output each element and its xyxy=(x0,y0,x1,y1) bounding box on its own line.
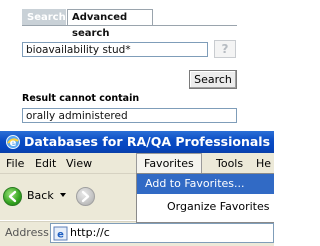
help-button[interactable]: ? xyxy=(214,40,236,58)
menu-edit[interactable]: Edit xyxy=(35,156,56,172)
svg-text:e: e xyxy=(57,230,64,241)
exclude-field-label: Result cannot contain xyxy=(22,93,140,104)
exclude-terms-input[interactable]: orally administered xyxy=(22,108,237,123)
back-dropdown-icon[interactable] xyxy=(60,193,66,197)
address-url[interactable]: http://c xyxy=(70,226,110,240)
tab-divider xyxy=(22,25,237,26)
add-to-favorites-item[interactable]: Add to Favorites... xyxy=(137,174,274,194)
address-label: Address xyxy=(5,226,49,239)
menu-file[interactable]: File xyxy=(6,156,24,172)
tab-advanced-search[interactable]: Advanced search xyxy=(67,9,153,39)
menu-tools[interactable]: Tools xyxy=(216,156,243,172)
search-button[interactable]: Search xyxy=(189,70,237,89)
menu-favorites[interactable]: Favorites xyxy=(144,156,194,172)
forward-arrow-icon[interactable] xyxy=(76,187,95,206)
search-query-input[interactable]: bioavailability stud* xyxy=(22,42,208,57)
svg-text:e: e xyxy=(10,138,17,149)
menu-help[interactable]: He xyxy=(256,156,271,172)
window-title: Databases for RA/QA Professionals - xyxy=(24,134,280,149)
tab-search[interactable]: Search xyxy=(22,9,66,25)
ie-logo-icon: e xyxy=(6,135,20,149)
page-icon: e xyxy=(53,226,68,241)
back-label[interactable]: Back xyxy=(27,189,54,203)
back-arrow-icon[interactable] xyxy=(3,187,22,206)
organize-favorites-item[interactable]: Organize Favorites xyxy=(137,197,274,217)
menu-view[interactable]: View xyxy=(66,156,92,172)
